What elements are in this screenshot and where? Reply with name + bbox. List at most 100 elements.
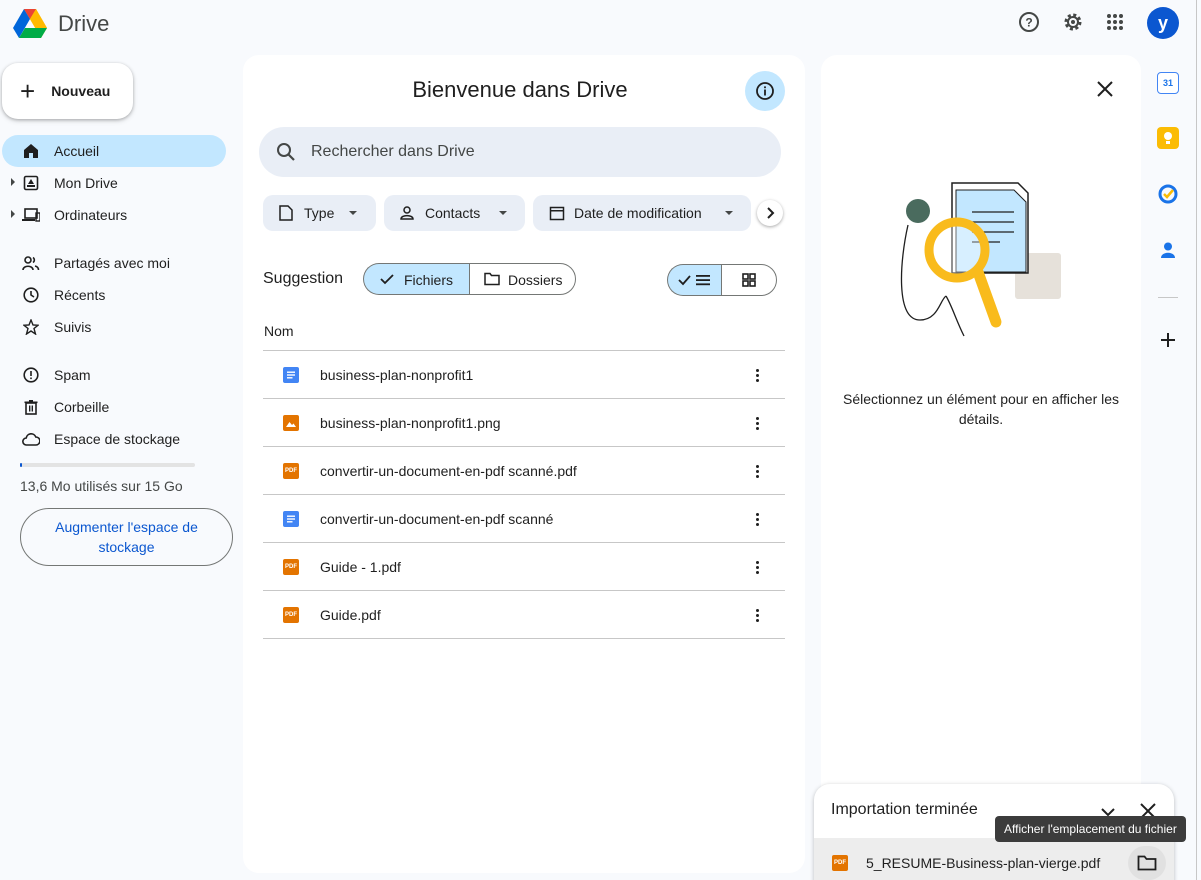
spam-icon xyxy=(22,366,40,384)
sidebar-item-label: Récents xyxy=(54,287,106,303)
app-title[interactable]: Drive xyxy=(58,11,109,37)
tasks-icon[interactable] xyxy=(1157,183,1179,205)
sidebar-item-label: Partagés avec moi xyxy=(54,255,170,271)
tooltip: Afficher l'emplacement du fichier xyxy=(995,816,1186,842)
list-view-button[interactable] xyxy=(667,264,722,296)
google-doc-icon xyxy=(283,367,299,383)
table-row[interactable]: convertir-un-document-en-pdf scanné xyxy=(263,495,785,543)
filter-modified-chip[interactable]: Date de modification xyxy=(533,195,751,231)
sidebar-item-spam[interactable]: Spam xyxy=(2,359,226,391)
folder-icon xyxy=(1137,855,1157,871)
show-file-location-button[interactable] xyxy=(1128,846,1166,880)
storage-progress-fill xyxy=(20,463,22,467)
toggle-files-button[interactable]: Fichiers xyxy=(363,263,470,295)
info-icon xyxy=(756,82,774,100)
table-row[interactable]: PDF Guide.pdf xyxy=(263,591,785,639)
computers-icon xyxy=(22,206,40,224)
calendar-icon[interactable]: 31 xyxy=(1157,72,1179,94)
table-row[interactable]: business-plan-nonprofit1 xyxy=(263,351,785,399)
apps-grid-icon[interactable] xyxy=(1101,8,1129,36)
page-title: Bienvenue dans Drive xyxy=(412,77,628,102)
sidebar-item-my-drive[interactable]: Mon Drive xyxy=(2,167,226,199)
sidebar-item-trash[interactable]: Corbeille xyxy=(2,391,226,423)
more-options-icon[interactable] xyxy=(749,363,765,387)
filter-type-chip[interactable]: Type xyxy=(263,195,376,231)
file-name: Guide - 1.pdf xyxy=(320,559,401,575)
filter-people-chip[interactable]: Contacts xyxy=(384,195,525,231)
storage-usage-text: 13,6 Mo utilisés sur 15 Go xyxy=(20,478,183,494)
drive-logo-icon[interactable] xyxy=(12,4,48,40)
table-row[interactable]: PDF convertir-un-document-en-pdf scanné.… xyxy=(263,447,785,495)
sidebar-item-label: Corbeille xyxy=(54,399,110,415)
close-details-button[interactable] xyxy=(1093,77,1117,101)
more-options-icon[interactable] xyxy=(749,459,765,483)
column-header-name[interactable]: Nom xyxy=(264,323,294,339)
image-file-icon xyxy=(283,415,299,431)
sidebar-item-label: Mon Drive xyxy=(54,175,118,191)
help-icon[interactable]: ? xyxy=(1015,8,1043,36)
sidebar-item-home[interactable]: Accueil xyxy=(2,135,226,167)
search-placeholder: Rechercher dans Drive xyxy=(311,143,475,160)
more-options-icon[interactable] xyxy=(749,507,765,531)
dropdown-arrow-icon xyxy=(499,211,507,215)
dropdown-arrow-icon xyxy=(725,211,733,215)
table-row[interactable]: PDF Guide - 1.pdf xyxy=(263,543,785,591)
sidebar-item-computers[interactable]: Ordinateurs xyxy=(2,199,226,231)
home-icon xyxy=(22,142,40,160)
pdf-file-icon: PDF xyxy=(283,463,299,479)
person-icon xyxy=(400,205,414,224)
suggestion-label: Suggestion xyxy=(263,270,344,287)
chevron-right-icon[interactable] xyxy=(757,200,783,226)
google-doc-icon xyxy=(283,511,299,527)
toggle-folders-button[interactable]: Dossiers xyxy=(469,263,576,295)
more-options-icon[interactable] xyxy=(749,411,765,435)
file-name: business-plan-nonprofit1 xyxy=(320,367,474,383)
details-empty-message: Sélectionnez un élément pour en afficher… xyxy=(842,391,1120,427)
file-name: convertir-un-document-en-pdf scanné.pdf xyxy=(320,463,577,479)
new-button[interactable]: + Nouveau xyxy=(2,63,133,119)
avatar[interactable]: y xyxy=(1147,7,1179,39)
divider xyxy=(1196,0,1197,880)
calendar-icon xyxy=(549,205,565,224)
magnifier-illustration xyxy=(890,180,1070,340)
sidebar-item-recent[interactable]: Récents xyxy=(2,279,226,311)
sidebar-item-storage[interactable]: Espace de stockage xyxy=(2,423,226,455)
my-drive-icon xyxy=(22,174,40,192)
more-options-icon[interactable] xyxy=(749,603,765,627)
toggle-folders-label: Dossiers xyxy=(508,272,563,288)
filter-label: Date de modification xyxy=(574,205,702,221)
clock-icon xyxy=(22,286,40,304)
file-icon xyxy=(279,205,293,224)
grid-view-button[interactable] xyxy=(721,264,777,296)
pdf-file-icon: PDF xyxy=(283,607,299,623)
grid-view-icon xyxy=(742,273,756,287)
folder-icon xyxy=(484,272,500,289)
search-icon xyxy=(276,142,296,167)
dropdown-arrow-icon xyxy=(349,211,357,215)
sidebar-item-label: Ordinateurs xyxy=(54,207,128,223)
more-options-icon[interactable] xyxy=(749,555,765,579)
expand-caret-icon[interactable] xyxy=(11,178,15,186)
list-view-icon xyxy=(678,275,710,286)
sidebar-item-label: Espace de stockage xyxy=(54,431,181,447)
search-input[interactable]: Rechercher dans Drive xyxy=(259,127,781,177)
close-icon xyxy=(1097,81,1113,97)
shared-icon xyxy=(22,254,40,272)
sidebar-item-starred[interactable]: Suivis xyxy=(2,311,226,343)
add-icon[interactable] xyxy=(1157,329,1179,351)
sidebar-item-shared[interactable]: Partagés avec moi xyxy=(2,247,226,279)
filter-label: Contacts xyxy=(425,205,481,221)
upgrade-storage-button[interactable]: Augmenter l'espace de stockage xyxy=(20,508,233,566)
sidebar-item-label: Accueil xyxy=(54,143,100,159)
keep-icon[interactable] xyxy=(1157,127,1179,149)
settings-icon[interactable] xyxy=(1059,8,1087,36)
info-button[interactable] xyxy=(745,71,785,111)
expand-caret-icon[interactable] xyxy=(11,210,15,218)
sidebar-item-label: Suivis xyxy=(54,319,92,335)
table-row[interactable]: business-plan-nonprofit1.png xyxy=(263,399,785,447)
contacts-icon[interactable] xyxy=(1157,239,1179,261)
calendar-day-label: 31 xyxy=(1162,78,1173,88)
sidebar-item-label: Spam xyxy=(54,367,91,383)
details-panel xyxy=(821,55,1141,873)
file-name: convertir-un-document-en-pdf scanné xyxy=(320,511,554,527)
